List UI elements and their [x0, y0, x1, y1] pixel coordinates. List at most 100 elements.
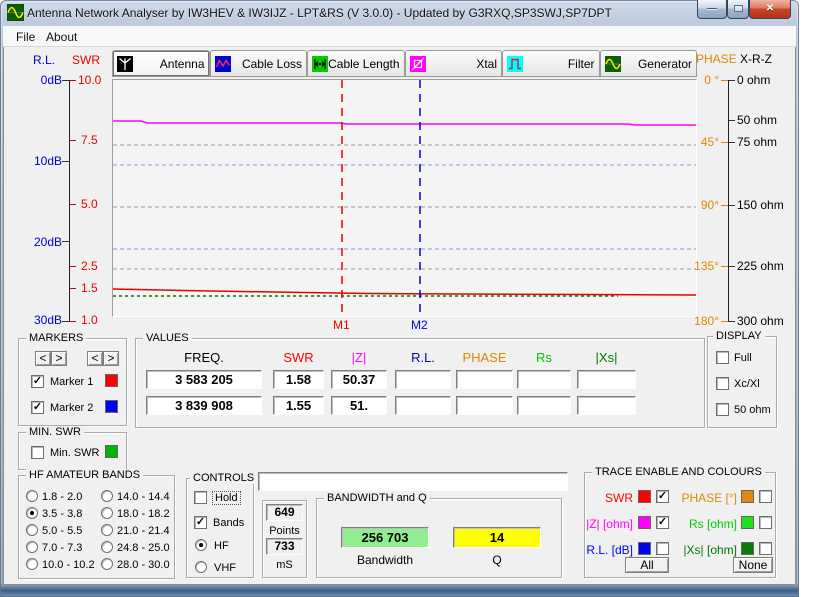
- marker1-checkbox[interactable]: ✓: [31, 375, 44, 388]
- band-radio-1p8[interactable]: [26, 490, 38, 502]
- marker2-color-swatch[interactable]: [105, 400, 118, 413]
- rl-value-m1: [395, 370, 451, 389]
- sweep-time-label: mS: [263, 559, 306, 571]
- band-radio-18p0[interactable]: [101, 507, 113, 519]
- band-radio-28p0[interactable]: [101, 558, 113, 570]
- rl-tick-label: 10dB: [28, 155, 62, 167]
- trace-swr-swatch[interactable]: [638, 490, 651, 503]
- marker1-plot-label: M1: [333, 319, 350, 331]
- min-swr-label: Min. SWR: [50, 447, 100, 459]
- ohm-tick: [729, 205, 735, 206]
- band-label-28p0: 28.0 - 30.0: [117, 559, 170, 571]
- bandwidth-q-group-title: BANDWIDTH and Q: [324, 492, 430, 504]
- trace-rl-checkbox[interactable]: [656, 542, 669, 555]
- band-label-7p0: 7.0 - 7.3: [42, 542, 82, 554]
- band-radio-10p0[interactable]: [26, 558, 38, 570]
- phase-tick: [721, 266, 728, 267]
- band-radio-24p8[interactable]: [101, 541, 113, 553]
- phase-tick-label: 0 °: [692, 74, 719, 86]
- tab-filter[interactable]: Filter: [502, 50, 600, 77]
- hf-radio[interactable]: [195, 539, 207, 551]
- trace-swr-checkbox[interactable]: ✓: [656, 490, 669, 503]
- band-radio-7p0[interactable]: [26, 541, 38, 553]
- trace-rs-swatch[interactable]: [741, 516, 754, 529]
- tab-cable-loss[interactable]: Cable Loss: [210, 50, 308, 77]
- hf-label: HF: [214, 540, 229, 552]
- chart-plot-area[interactable]: [112, 79, 697, 317]
- ohm-tick-label: 50 ohm: [737, 114, 777, 126]
- z-value-m1: 50.37: [331, 370, 387, 389]
- trace-rs-checkbox[interactable]: [759, 516, 772, 529]
- trace-z-checkbox[interactable]: ✓: [656, 516, 669, 529]
- tab-cable-length[interactable]: Cable Length: [307, 50, 405, 77]
- band-radio-14p0[interactable]: [101, 490, 113, 502]
- ohm-tick-label: 300 ohm: [737, 315, 784, 327]
- bands-checkbox[interactable]: ✓: [194, 516, 207, 529]
- min-swr-color-swatch[interactable]: [105, 445, 118, 458]
- values-header-rs: Rs: [517, 352, 571, 364]
- tab-antenna[interactable]: Antenna: [112, 50, 210, 77]
- maximize-button[interactable]: [727, 0, 749, 19]
- tab-generator[interactable]: Generator: [600, 50, 698, 77]
- phase-tick: [721, 80, 728, 81]
- filter-icon: [507, 56, 523, 72]
- band-radio-21p0[interactable]: [101, 524, 113, 536]
- band-radio-3p5[interactable]: [26, 507, 38, 519]
- values-header-z: |Z|: [331, 352, 387, 364]
- z-value-m2: 51.: [331, 396, 387, 415]
- desktop-background: [799, 0, 819, 597]
- phase-tick: [721, 321, 728, 322]
- marker1-next-button[interactable]: >: [51, 351, 67, 366]
- rl-axis-title: R.L.: [33, 54, 55, 66]
- maximize-icon: [734, 5, 743, 12]
- xs-value-m1: [577, 370, 636, 389]
- q-label: Q: [453, 554, 541, 566]
- ohm-tick-label: 0 ohm: [737, 74, 770, 86]
- trace-phase-swatch[interactable]: [741, 490, 754, 503]
- display-xcxl-checkbox[interactable]: [716, 377, 729, 390]
- tab-xtal[interactable]: Xtal: [405, 50, 503, 77]
- band-radio-5p0[interactable]: [26, 524, 38, 536]
- generator-icon: [605, 56, 621, 72]
- trace-xs-checkbox[interactable]: [759, 542, 772, 555]
- command-input[interactable]: [258, 472, 568, 491]
- display-full-checkbox[interactable]: [716, 351, 729, 364]
- phase-axis-title: PHASE: [696, 53, 737, 65]
- swr-tick-label: 5.0: [81, 198, 98, 210]
- display-50ohm-checkbox[interactable]: [716, 403, 729, 416]
- phase-tick-label: 90°: [692, 199, 719, 211]
- marker1-label: Marker 1: [50, 376, 93, 388]
- trace-phase-checkbox[interactable]: [759, 490, 772, 503]
- chart-canvas: [113, 80, 696, 316]
- ohm-tick: [729, 142, 735, 143]
- hold-checkbox[interactable]: [194, 491, 207, 504]
- minimize-button[interactable]: —: [697, 0, 727, 19]
- marker1-prev-button[interactable]: <: [35, 351, 51, 366]
- band-label-21p0: 21.0 - 21.4: [117, 525, 170, 537]
- trace-xs-swatch[interactable]: [741, 542, 754, 555]
- trace-z-swatch[interactable]: [638, 516, 651, 529]
- close-button[interactable]: ✕: [749, 0, 791, 19]
- min-swr-checkbox[interactable]: [31, 446, 44, 459]
- values-group: VALUES FREQ. SWR |Z| R.L. PHASE Rs |Xs| …: [135, 338, 705, 428]
- menu-file[interactable]: File: [11, 29, 40, 45]
- tab-strip: Antenna Cable Loss Cable Length Xtal Fil…: [112, 50, 697, 77]
- band-label-10p0: 10.0 - 10.2: [42, 559, 95, 571]
- trace-rs-label: Rs [ohm]: [671, 518, 737, 530]
- marker2-prev-button[interactable]: <: [87, 351, 103, 366]
- marker1-color-swatch[interactable]: [105, 374, 118, 387]
- phase-tick-label: 45°: [692, 136, 719, 148]
- swr-tick: [70, 288, 76, 289]
- trace-rl-swatch[interactable]: [638, 542, 651, 555]
- trace-none-button[interactable]: None: [733, 557, 773, 573]
- values-header-rl: R.L.: [395, 352, 451, 364]
- ohm-tick: [729, 321, 735, 322]
- vhf-radio[interactable]: [195, 561, 207, 573]
- close-icon: ✕: [766, 3, 774, 14]
- trace-all-button[interactable]: All: [625, 557, 669, 573]
- marker2-checkbox[interactable]: ✓: [31, 401, 44, 414]
- menu-about[interactable]: About: [41, 29, 82, 45]
- antenna-icon: [117, 56, 133, 72]
- marker2-next-button[interactable]: >: [103, 351, 119, 366]
- hf-bands-group: HF AMATEUR BANDS 1.8 - 2.0 3.5 - 3.8 5.0…: [18, 475, 175, 579]
